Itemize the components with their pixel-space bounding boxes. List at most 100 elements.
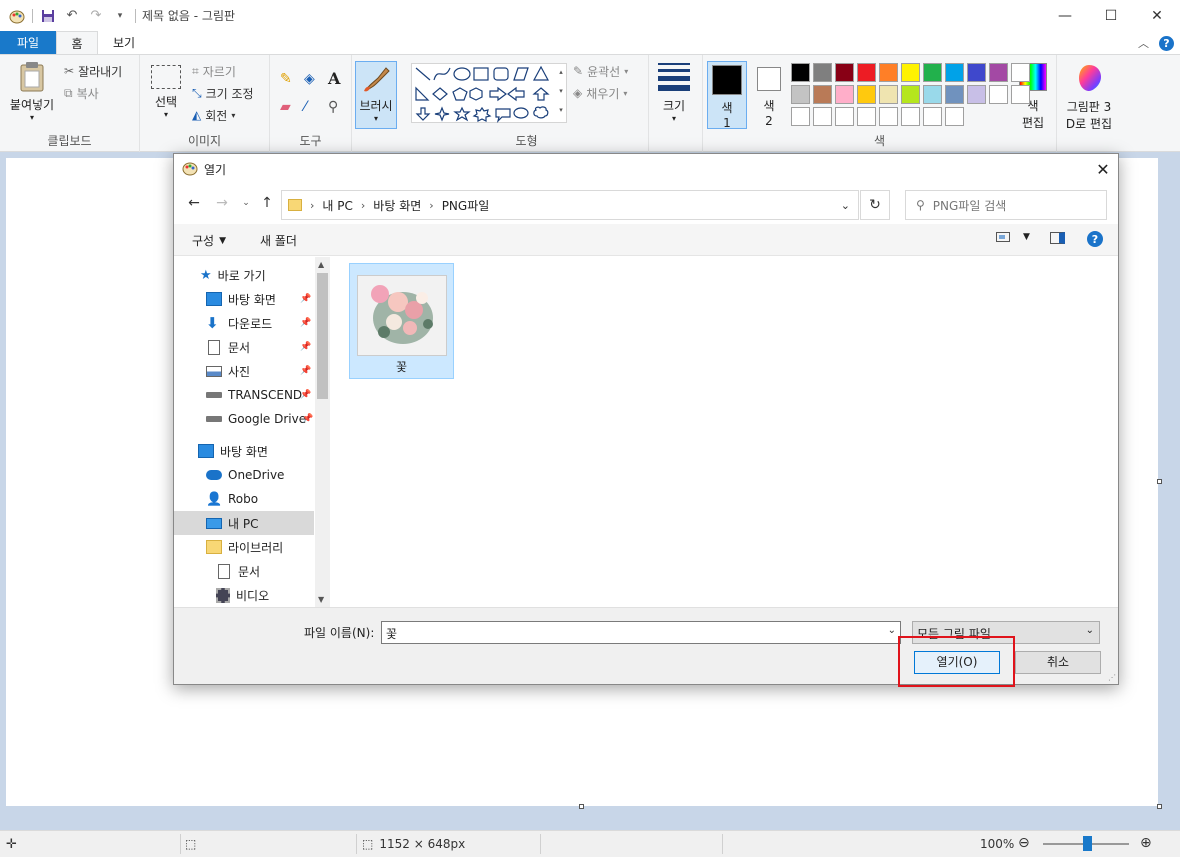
- preview-pane-button[interactable]: [1050, 232, 1065, 244]
- nav-quick-access[interactable]: ★ 바로 가기: [174, 263, 314, 287]
- tab-home[interactable]: 홈: [56, 31, 98, 55]
- tab-file[interactable]: 파일: [0, 31, 56, 55]
- nav-pictures[interactable]: 사진 📌: [174, 359, 314, 383]
- scroll-down-icon[interactable]: ▼: [318, 595, 324, 604]
- magnifier-icon[interactable]: ⚲: [328, 99, 338, 115]
- nav-this-pc[interactable]: 내 PC: [174, 511, 314, 535]
- palette-swatch[interactable]: [791, 85, 810, 104]
- outline-button[interactable]: ✎ 윤곽선 ▾: [573, 61, 628, 81]
- color-picker-icon[interactable]: ⁄: [304, 99, 306, 115]
- copy-button[interactable]: ⧉ 복사: [64, 83, 99, 103]
- nav-google-drive[interactable]: Google Drive 📌: [174, 407, 314, 431]
- customize-quick-access-icon[interactable]: ▾: [111, 7, 129, 25]
- nav-transcend[interactable]: TRANSCEND 📌: [174, 383, 314, 407]
- fill-bucket-icon[interactable]: ◈: [304, 71, 315, 87]
- redo-icon[interactable]: ↷: [87, 7, 105, 25]
- navigation-scrollbar[interactable]: ▲ ▼: [315, 257, 330, 607]
- resize-button[interactable]: ⤡ 크기 조정: [192, 83, 254, 103]
- new-folder-button[interactable]: 새 폴더: [260, 232, 297, 249]
- zoom-out-button[interactable]: ⊖: [1018, 835, 1030, 851]
- shapes-scrollbar[interactable]: ▴ ▾ ▾: [555, 63, 567, 123]
- palette-swatch[interactable]: [879, 85, 898, 104]
- brush-button[interactable]: 브러시 ▾: [355, 61, 397, 129]
- save-icon[interactable]: [39, 7, 57, 25]
- help-icon[interactable]: ?: [1159, 35, 1174, 51]
- canvas-resize-handle-right[interactable]: [1157, 479, 1162, 484]
- fill-button[interactable]: ◈ 채우기 ▾: [573, 83, 627, 103]
- chevron-down-icon[interactable]: ⌄: [841, 199, 850, 212]
- color2-button[interactable]: 색 2: [751, 61, 787, 128]
- palette-swatch[interactable]: [923, 107, 942, 126]
- palette-swatch[interactable]: [967, 85, 986, 104]
- palette-swatch[interactable]: [813, 85, 832, 104]
- palette-swatch[interactable]: [879, 107, 898, 126]
- maximize-button[interactable]: ☐: [1088, 0, 1134, 31]
- palette-swatch[interactable]: [1011, 63, 1030, 82]
- pencil-icon[interactable]: ✎: [280, 71, 292, 87]
- palette-swatch[interactable]: [901, 85, 920, 104]
- search-input[interactable]: ⚲ PNG파일 검색: [905, 190, 1107, 220]
- address-bar[interactable]: › 내 PC › 바탕 화면 › PNG파일 ⌄: [281, 190, 859, 220]
- forward-arrow-icon[interactable]: →: [213, 194, 231, 212]
- color1-button[interactable]: 색 1: [707, 61, 747, 130]
- refresh-button[interactable]: ↻: [860, 190, 890, 220]
- palette-swatch[interactable]: [923, 63, 942, 82]
- palette-swatch[interactable]: [923, 85, 942, 104]
- change-view-button[interactable]: ▼: [996, 232, 1030, 242]
- palette-swatch[interactable]: [857, 63, 876, 82]
- scrollbar-thumb[interactable]: [317, 273, 328, 399]
- palette-swatch[interactable]: [945, 85, 964, 104]
- nav-documents[interactable]: 문서 📌: [174, 335, 314, 359]
- palette-swatch[interactable]: [989, 85, 1008, 104]
- crop-button[interactable]: ⌗ 자르기: [192, 61, 236, 81]
- zoom-slider-thumb[interactable]: [1083, 836, 1092, 851]
- tab-view[interactable]: 보기: [98, 31, 150, 55]
- edit-with-paint3d-button[interactable]: 그림판 3 D로 편집: [1062, 63, 1116, 132]
- palette-swatch[interactable]: [901, 63, 920, 82]
- paste-button[interactable]: 붙여넣기 ▾: [4, 61, 60, 122]
- palette-swatch[interactable]: [791, 63, 810, 82]
- breadcrumb-this-pc[interactable]: 내 PC: [322, 197, 352, 214]
- scroll-up-icon[interactable]: ▲: [318, 260, 324, 269]
- nav-library-documents[interactable]: 문서: [174, 559, 314, 583]
- palette-swatch[interactable]: [835, 107, 854, 126]
- size-button[interactable]: 크기 ▾: [652, 63, 696, 123]
- nav-downloads[interactable]: ⬇ 다운로드 📌: [174, 311, 314, 335]
- rotate-button[interactable]: ◭ 회전 ▾: [192, 105, 235, 125]
- select-button[interactable]: 선택 ▾: [148, 65, 184, 119]
- chevron-down-icon[interactable]: ⌄: [888, 625, 896, 636]
- palette-swatch[interactable]: [835, 63, 854, 82]
- palette-swatch[interactable]: [967, 63, 986, 82]
- palette-swatch[interactable]: [857, 85, 876, 104]
- nav-onedrive[interactable]: OneDrive: [174, 463, 314, 487]
- minimize-button[interactable]: —: [1042, 0, 1088, 31]
- palette-swatch[interactable]: [791, 107, 810, 126]
- palette-swatch[interactable]: [857, 107, 876, 126]
- filename-input[interactable]: 꽃 ⌄: [381, 621, 901, 644]
- breadcrumb-desktop[interactable]: 바탕 화면: [373, 197, 421, 214]
- collapse-ribbon-icon[interactable]: ︿: [1138, 35, 1149, 51]
- breadcrumb-png-folder[interactable]: PNG파일: [442, 197, 490, 214]
- dialog-help-button[interactable]: ?: [1087, 231, 1103, 247]
- text-tool-icon[interactable]: A: [328, 69, 340, 88]
- canvas-resize-handle-bottom[interactable]: [579, 804, 584, 809]
- close-window-button[interactable]: ✕: [1134, 0, 1180, 31]
- eraser-icon[interactable]: ▰: [280, 99, 291, 115]
- organize-button[interactable]: 구성 ▼: [192, 232, 226, 249]
- zoom-in-button[interactable]: ⊕: [1140, 835, 1152, 851]
- palette-swatch[interactable]: [945, 63, 964, 82]
- dialog-close-button[interactable]: ✕: [1088, 154, 1118, 184]
- undo-icon[interactable]: ↶: [63, 7, 81, 25]
- nav-library-videos[interactable]: 비디오: [174, 583, 314, 607]
- cancel-button[interactable]: 취소: [1015, 651, 1101, 674]
- nav-desktop[interactable]: 바탕 화면: [174, 439, 314, 463]
- palette-swatch[interactable]: [989, 63, 1008, 82]
- palette-swatch[interactable]: [813, 107, 832, 126]
- recent-locations-icon[interactable]: ⌄: [237, 194, 255, 212]
- palette-swatch[interactable]: [945, 107, 964, 126]
- shape-icons[interactable]: [412, 64, 568, 124]
- palette-swatch[interactable]: [813, 63, 832, 82]
- resize-grip-icon[interactable]: ⋰: [1108, 673, 1116, 682]
- nav-library[interactable]: 라이브러리: [174, 535, 314, 559]
- file-item[interactable]: 꽃: [349, 263, 454, 379]
